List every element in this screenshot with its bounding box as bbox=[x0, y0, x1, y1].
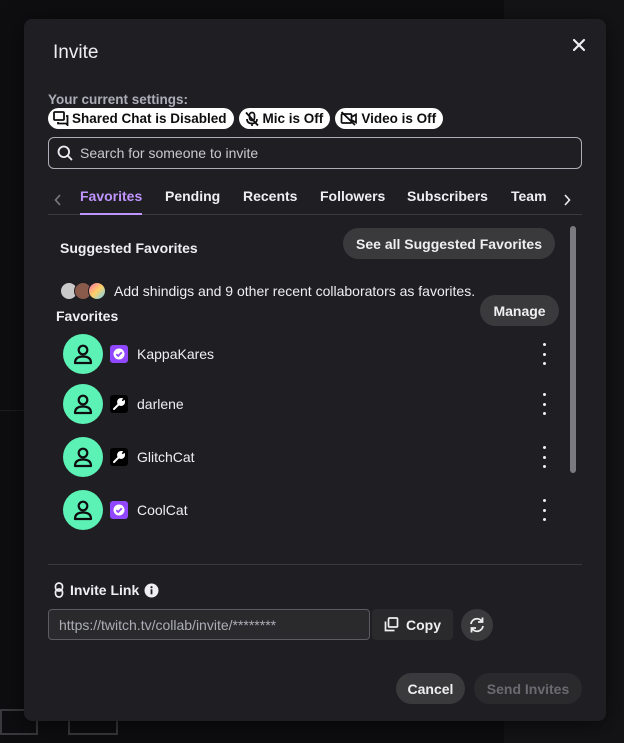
more-options-button[interactable] bbox=[539, 343, 549, 365]
pill-label: Shared Chat is Disabled bbox=[72, 111, 227, 126]
copy-icon bbox=[384, 617, 399, 632]
avatar bbox=[63, 334, 103, 374]
invite-link-label: Invite Link bbox=[53, 582, 159, 598]
tab-followers[interactable]: Followers bbox=[320, 188, 385, 215]
send-invites-button[interactable]: Send Invites bbox=[474, 673, 582, 704]
tab-scroll-left-button[interactable] bbox=[50, 188, 66, 212]
tab-team[interactable]: Team bbox=[511, 188, 547, 215]
tab-recents[interactable]: Recents bbox=[243, 188, 297, 215]
favorite-row[interactable]: darlene bbox=[63, 383, 563, 425]
favorite-row[interactable]: GlitchCat bbox=[63, 436, 563, 478]
avatar bbox=[88, 282, 106, 300]
tab-bar: Favorites Pending Recents Followers Subs… bbox=[48, 188, 582, 215]
verified-icon bbox=[110, 501, 128, 519]
refresh-link-button[interactable] bbox=[461, 609, 493, 641]
see-all-suggested-button[interactable]: See all Suggested Favorites bbox=[343, 228, 555, 259]
user-icon bbox=[73, 344, 93, 365]
search-input[interactable] bbox=[80, 145, 581, 161]
more-options-button[interactable] bbox=[539, 446, 549, 468]
invite-modal: Invite Your current settings: Shared Cha… bbox=[24, 19, 606, 721]
chevron-left-icon bbox=[54, 194, 61, 206]
mic-off-icon bbox=[244, 111, 259, 126]
shared-chat-pill: Shared Chat is Disabled bbox=[48, 108, 234, 129]
favorite-name: CoolCat bbox=[137, 502, 188, 518]
search-box bbox=[48, 137, 582, 169]
close-icon bbox=[572, 38, 586, 52]
copy-label: Copy bbox=[406, 616, 441, 633]
favorite-row[interactable]: KappaKares bbox=[63, 333, 563, 375]
shared-chat-icon bbox=[53, 111, 69, 126]
settings-label: Your current settings: bbox=[48, 92, 189, 107]
refresh-icon bbox=[470, 617, 484, 633]
video-pill: Video is Off bbox=[335, 108, 444, 129]
more-options-button[interactable] bbox=[539, 499, 549, 521]
pill-label: Mic is Off bbox=[262, 111, 324, 126]
mic-pill: Mic is Off bbox=[238, 108, 331, 129]
info-icon[interactable] bbox=[144, 583, 159, 598]
tab-subscribers[interactable]: Subscribers bbox=[407, 188, 488, 215]
favorite-row[interactable]: CoolCat bbox=[63, 489, 563, 531]
favorite-name: GlitchCat bbox=[137, 449, 195, 465]
user-icon bbox=[73, 447, 93, 468]
wrench-icon bbox=[110, 448, 128, 466]
divider bbox=[48, 564, 582, 565]
wrench-icon bbox=[110, 395, 128, 413]
settings-pills: Shared Chat is Disabled Mic is Off Video… bbox=[48, 108, 444, 129]
suggested-row: Add shindigs and 9 other recent collabor… bbox=[60, 282, 475, 300]
video-off-icon bbox=[340, 111, 358, 126]
copy-button[interactable]: Copy bbox=[372, 609, 453, 640]
favorites-title: Favorites bbox=[56, 308, 119, 324]
link-icon bbox=[54, 582, 64, 598]
favorites-scroll-area: Suggested Favorites See all Suggested Fa… bbox=[48, 223, 582, 550]
pill-label: Video is Off bbox=[361, 111, 437, 126]
tab-pending[interactable]: Pending bbox=[165, 188, 220, 215]
verified-icon bbox=[110, 345, 128, 363]
tab-favorites[interactable]: Favorites bbox=[80, 188, 143, 215]
invite-link-text: Invite Link bbox=[70, 582, 140, 598]
close-button[interactable] bbox=[567, 33, 591, 57]
avatar bbox=[63, 437, 103, 477]
user-icon bbox=[73, 394, 93, 415]
favorite-name: KappaKares bbox=[137, 346, 215, 362]
modal-title: Invite bbox=[53, 42, 99, 63]
more-options-button[interactable] bbox=[539, 393, 549, 415]
scrollbar[interactable] bbox=[570, 226, 576, 473]
tab-scroll-right-button[interactable] bbox=[559, 188, 575, 212]
avatar bbox=[63, 490, 103, 530]
suggested-text: Add shindigs and 9 other recent collabor… bbox=[114, 283, 476, 299]
suggested-avatars bbox=[60, 282, 106, 300]
chevron-right-icon bbox=[564, 194, 571, 206]
manage-button[interactable]: Manage bbox=[480, 295, 559, 326]
cancel-button[interactable]: Cancel bbox=[396, 673, 465, 704]
suggested-favorites-title: Suggested Favorites bbox=[60, 240, 198, 256]
search-icon bbox=[57, 145, 73, 161]
favorite-name: darlene bbox=[137, 396, 184, 412]
user-icon bbox=[73, 500, 93, 521]
invite-link-field[interactable]: https://twitch.tv/collab/invite/******** bbox=[48, 609, 370, 640]
avatar bbox=[63, 384, 103, 424]
